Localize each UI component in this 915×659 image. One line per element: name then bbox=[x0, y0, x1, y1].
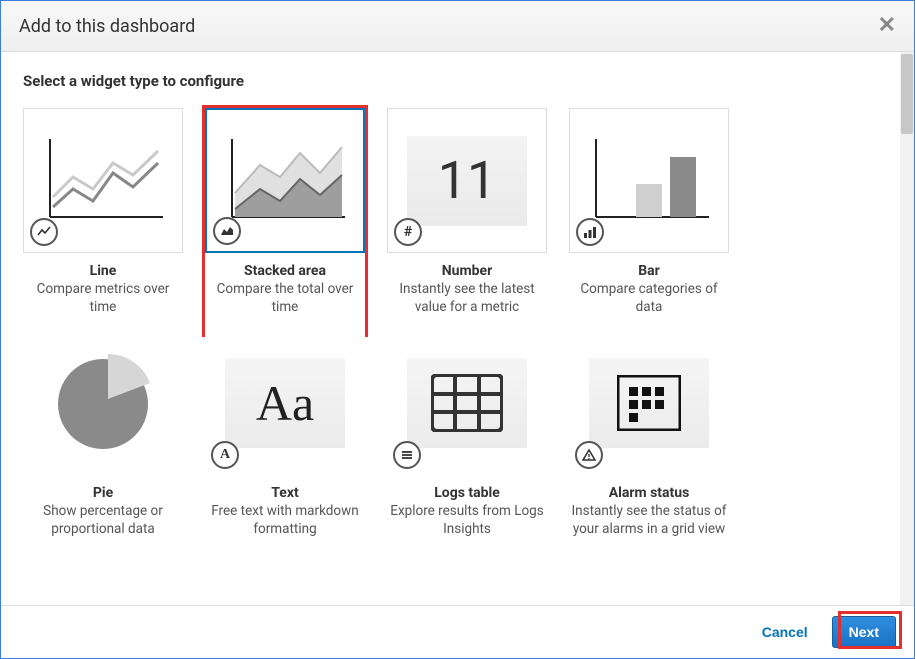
alarm-grid-preview bbox=[589, 358, 709, 448]
widget-tile-stacked-area[interactable] bbox=[205, 108, 365, 253]
section-title: Select a widget type to configure bbox=[23, 72, 892, 90]
widget-name: Bar bbox=[569, 263, 729, 279]
widget-tile-number[interactable]: 11 # bbox=[387, 108, 547, 253]
widget-option-stacked-area: Stacked area Compare the total over time bbox=[205, 108, 365, 316]
widget-tile-logs-table[interactable] bbox=[387, 330, 547, 475]
widget-option-pie: Pie Show percentage or proportional data bbox=[23, 330, 183, 538]
widget-name: Alarm status bbox=[569, 485, 729, 501]
add-widget-modal: Add to this dashboard ✕ Select a widget … bbox=[0, 0, 915, 659]
line-chart-preview bbox=[38, 129, 168, 233]
widget-label-line: Line Compare metrics over time bbox=[23, 263, 183, 316]
modal-footer: Cancel Next bbox=[1, 605, 914, 658]
widget-tile-text[interactable]: Aa A bbox=[205, 330, 365, 475]
widget-option-text: Aa A Text Free text with markdown format… bbox=[205, 330, 365, 538]
widget-option-line: Line Compare metrics over time bbox=[23, 108, 183, 316]
widget-label-pie: Pie Show percentage or proportional data bbox=[23, 485, 183, 538]
number-sample: 11 bbox=[438, 150, 496, 211]
widget-option-bar: Bar Compare categories of data bbox=[569, 108, 729, 316]
pie-chart-preview bbox=[48, 346, 158, 460]
text-preview: Aa bbox=[225, 358, 345, 448]
widget-tile-bar[interactable] bbox=[569, 108, 729, 253]
scrollbar-track[interactable] bbox=[900, 52, 914, 605]
next-button[interactable]: Next bbox=[832, 616, 896, 648]
bar-chart-icon bbox=[576, 218, 604, 246]
widget-desc: Instantly see the status of your alarms … bbox=[569, 503, 729, 538]
widget-desc: Explore results from Logs Insights bbox=[387, 503, 547, 538]
widget-label-number: Number Instantly see the latest value fo… bbox=[387, 263, 547, 316]
widget-desc: Free text with markdown formatting bbox=[205, 503, 365, 538]
widget-label-alarm-status: Alarm status Instantly see the status of… bbox=[569, 485, 729, 538]
widget-desc: Instantly see the latest value for a met… bbox=[387, 281, 547, 316]
widget-name: Line bbox=[23, 263, 183, 279]
text-icon: A bbox=[211, 441, 239, 469]
scrollbar-thumb[interactable] bbox=[901, 54, 913, 134]
cancel-button[interactable]: Cancel bbox=[756, 623, 814, 641]
widget-label-logs-table: Logs table Explore results from Logs Ins… bbox=[387, 485, 547, 538]
widget-label-stacked-area: Stacked area Compare the total over time bbox=[205, 263, 365, 316]
widget-desc: Compare categories of data bbox=[569, 281, 729, 316]
widget-desc: Show percentage or proportional data bbox=[23, 503, 183, 538]
widget-desc: Compare metrics over time bbox=[23, 281, 183, 316]
bar-chart-preview bbox=[584, 129, 714, 233]
modal-header: Add to this dashboard ✕ bbox=[1, 1, 914, 52]
widget-option-logs-table: Logs table Explore results from Logs Ins… bbox=[387, 330, 547, 538]
alarm-icon bbox=[575, 441, 603, 469]
widget-name: Stacked area bbox=[205, 263, 365, 279]
hash-icon: # bbox=[394, 218, 422, 246]
widget-option-alarm-status: Alarm status Instantly see the status of… bbox=[569, 330, 729, 538]
widget-desc: Compare the total over time bbox=[205, 281, 365, 316]
modal-title: Add to this dashboard bbox=[19, 16, 195, 37]
widget-option-number: 11 # Number Instantly see the latest val… bbox=[387, 108, 547, 316]
area-chart-icon bbox=[213, 217, 241, 245]
modal-body: Select a widget type to configure bbox=[1, 52, 914, 605]
line-chart-icon bbox=[30, 218, 58, 246]
area-chart-preview bbox=[220, 129, 350, 233]
widget-tile-line[interactable] bbox=[23, 108, 183, 253]
widget-label-bar: Bar Compare categories of data bbox=[569, 263, 729, 316]
widget-name: Text bbox=[205, 485, 365, 501]
list-icon bbox=[393, 441, 421, 469]
widget-grid: Line Compare metrics over time bbox=[23, 108, 892, 538]
close-icon[interactable]: ✕ bbox=[878, 15, 896, 37]
widget-name: Number bbox=[387, 263, 547, 279]
widget-name: Logs table bbox=[387, 485, 547, 501]
widget-tile-pie[interactable] bbox=[23, 330, 183, 475]
number-preview: 11 bbox=[407, 136, 527, 226]
text-sample: Aa bbox=[256, 374, 314, 432]
widget-name: Pie bbox=[23, 485, 183, 501]
widget-tile-alarm-status[interactable] bbox=[569, 330, 729, 475]
logs-table-preview bbox=[407, 358, 527, 448]
widget-label-text: Text Free text with markdown formatting bbox=[205, 485, 365, 538]
